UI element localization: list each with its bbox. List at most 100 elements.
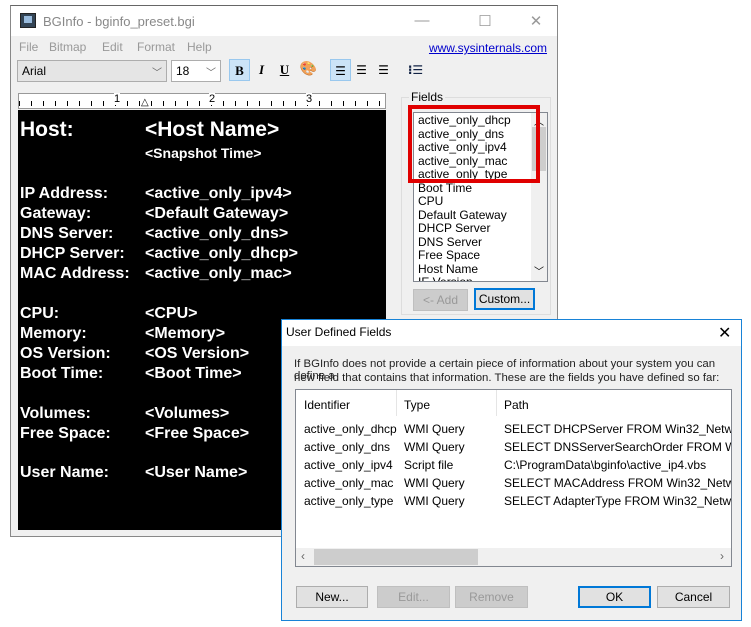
highlight-box — [408, 105, 540, 183]
bullet-list-icon[interactable]: ⁝☰ — [405, 59, 426, 81]
field-label: DNS Server: — [20, 225, 114, 242]
chevron-down-icon: ﹀ — [206, 68, 216, 79]
host-value: <Host Name> — [145, 118, 280, 141]
indent-marker-icon[interactable]: △ — [141, 97, 149, 108]
field-list-item[interactable]: DNS Server — [418, 235, 482, 250]
field-label: Gateway: — [20, 205, 92, 222]
cell-type: WMI Query — [404, 494, 465, 508]
window-title: BGInfo - bginfo_preset.bgi — [43, 14, 195, 29]
cell-identifier: active_only_type — [304, 494, 394, 508]
menu-help[interactable]: Help — [187, 40, 212, 54]
dialog-title: User Defined Fields — [286, 325, 392, 339]
field-value: <Memory> — [145, 325, 226, 342]
host-label: Host: — [20, 118, 74, 141]
snapshot-value: <Snapshot Time> — [145, 145, 262, 161]
cell-identifier: active_only_mac — [304, 476, 394, 490]
table-row[interactable]: active_only_dhcp WMI Query SELECT DHCPServ… — [296, 422, 731, 438]
cell-path: C:\ProgramData\bginfo\active_ip4.vbs — [504, 458, 707, 472]
menu-bitmap[interactable]: Bitmap — [49, 40, 86, 54]
color-picker-icon[interactable]: 🎨 — [298, 59, 319, 81]
fields-caption: Fields — [409, 90, 446, 104]
new-button[interactable]: New... — [296, 586, 368, 608]
ruler-mark: 3 — [306, 93, 313, 105]
cell-path: SELECT DHCPServer FROM Win32_NetworkA — [504, 422, 732, 436]
field-value: <CPU> — [145, 305, 198, 322]
remove-button[interactable]: Remove — [455, 586, 528, 608]
add-button[interactable]: <- Add — [413, 289, 468, 311]
chevron-down-icon: ﹀ — [152, 68, 162, 79]
scroll-thumb[interactable] — [314, 549, 478, 565]
menu-format[interactable]: Format — [137, 40, 175, 54]
user-defined-fields-dialog: User Defined Fields ✕ If BGInfo does not… — [281, 319, 742, 621]
scroll-left-icon[interactable]: ‹ — [301, 549, 305, 563]
cell-type: Script file — [404, 458, 454, 472]
close-icon[interactable]: ✕ — [526, 12, 546, 30]
column-path[interactable]: Path — [504, 398, 529, 412]
cell-path: SELECT DNSServerSearchOrder FROM Win32_ — [504, 440, 731, 454]
field-list-item[interactable]: Default Gateway — [418, 208, 507, 223]
column-identifier[interactable]: Identifier — [304, 398, 350, 412]
table-row[interactable]: active_only_type WMI Query SELECT AdapterT… — [296, 494, 731, 510]
font-value: Arial — [22, 64, 47, 78]
field-list-item[interactable]: DHCP Server — [418, 221, 490, 236]
cell-path: SELECT AdapterType FROM Win32_NetworkA — [504, 494, 732, 508]
field-value: <User Name> — [145, 464, 248, 481]
field-value: <active_only_dhcp> — [145, 245, 298, 262]
bold-button[interactable]: B — [229, 59, 250, 81]
minimize-icon[interactable]: — — [412, 12, 432, 29]
table-row[interactable]: active_only_ipv4 Script file C:\ProgramDat… — [296, 458, 731, 474]
table-scrollbar[interactable]: ‹ › — [296, 548, 731, 566]
font-select[interactable]: Arial ﹀ — [17, 60, 167, 82]
align-center-icon[interactable]: ☰ — [351, 59, 372, 81]
menu-edit[interactable]: Edit — [102, 40, 123, 54]
menu-file[interactable]: File — [19, 40, 38, 54]
title-bar: BGInfo - bginfo_preset.bgi — ☐ ✕ — [11, 6, 557, 36]
field-label: Boot Time: — [20, 365, 104, 382]
dialog-title-bar: User Defined Fields ✕ — [282, 320, 741, 346]
field-list-item[interactable]: Free Space — [418, 248, 480, 263]
cell-identifier: active_only_dns — [304, 440, 391, 454]
cell-identifier: active_only_dhcp — [304, 422, 397, 436]
field-label: Free Space: — [20, 425, 111, 442]
table-row[interactable]: active_only_mac WMI Query SELECT MACAddres… — [296, 476, 731, 492]
cancel-button[interactable]: Cancel — [657, 586, 730, 608]
field-label: DHCP Server: — [20, 245, 125, 262]
field-value: <Volumes> — [145, 405, 230, 422]
underline-button[interactable]: U — [274, 59, 295, 81]
size-select[interactable]: 18 ﹀ — [171, 60, 221, 82]
cell-path: SELECT MACAddress FROM Win32_NetworkA — [504, 476, 731, 490]
field-value: <active_only_mac> — [145, 265, 292, 282]
size-value: 18 — [176, 64, 190, 78]
italic-button[interactable]: I — [251, 59, 272, 81]
ruler-mark: 2 — [209, 93, 216, 105]
sysinternals-link[interactable]: www.sysinternals.com — [429, 41, 547, 55]
scroll-right-icon[interactable]: › — [720, 549, 724, 563]
field-list-item[interactable]: IE Version — [418, 275, 473, 281]
align-right-icon[interactable]: ☰ — [373, 59, 394, 81]
table-row[interactable]: active_only_dns WMI Query SELECT DNSServer… — [296, 440, 731, 456]
field-label: IP Address: — [20, 185, 109, 202]
field-list-item[interactable]: Host Name — [418, 262, 478, 277]
fields-table[interactable]: Identifier Type Path active_only_dhcp WMI… — [295, 389, 732, 567]
edit-button[interactable]: Edit... — [377, 586, 450, 608]
align-left-icon[interactable]: ☰ — [330, 59, 351, 81]
field-list-item[interactable]: CPU — [418, 194, 443, 209]
field-list-item[interactable]: Boot Time — [418, 181, 472, 196]
custom-button[interactable]: Custom... — [474, 288, 535, 310]
maximize-icon[interactable]: ☐ — [475, 12, 495, 30]
field-label: OS Version: — [20, 345, 111, 362]
field-value: <active_only_dns> — [145, 225, 289, 242]
field-value: <OS Version> — [145, 345, 250, 362]
field-label: User Name: — [20, 464, 109, 481]
dialog-description: new field that contains that information… — [294, 372, 720, 384]
ruler: 1 2 3 △ — [18, 93, 386, 109]
scroll-down-icon[interactable]: ﹀ — [534, 263, 544, 278]
column-type[interactable]: Type — [404, 398, 430, 412]
ruler-mark: 1 — [114, 93, 121, 105]
menu-bar: File Bitmap Edit Format Help www.sysinte… — [11, 36, 557, 58]
close-icon[interactable]: ✕ — [718, 323, 731, 343]
cell-identifier: active_only_ipv4 — [304, 458, 393, 472]
cell-type: WMI Query — [404, 422, 465, 436]
field-value: <active_only_ipv4> — [145, 185, 292, 202]
ok-button[interactable]: OK — [578, 586, 651, 608]
